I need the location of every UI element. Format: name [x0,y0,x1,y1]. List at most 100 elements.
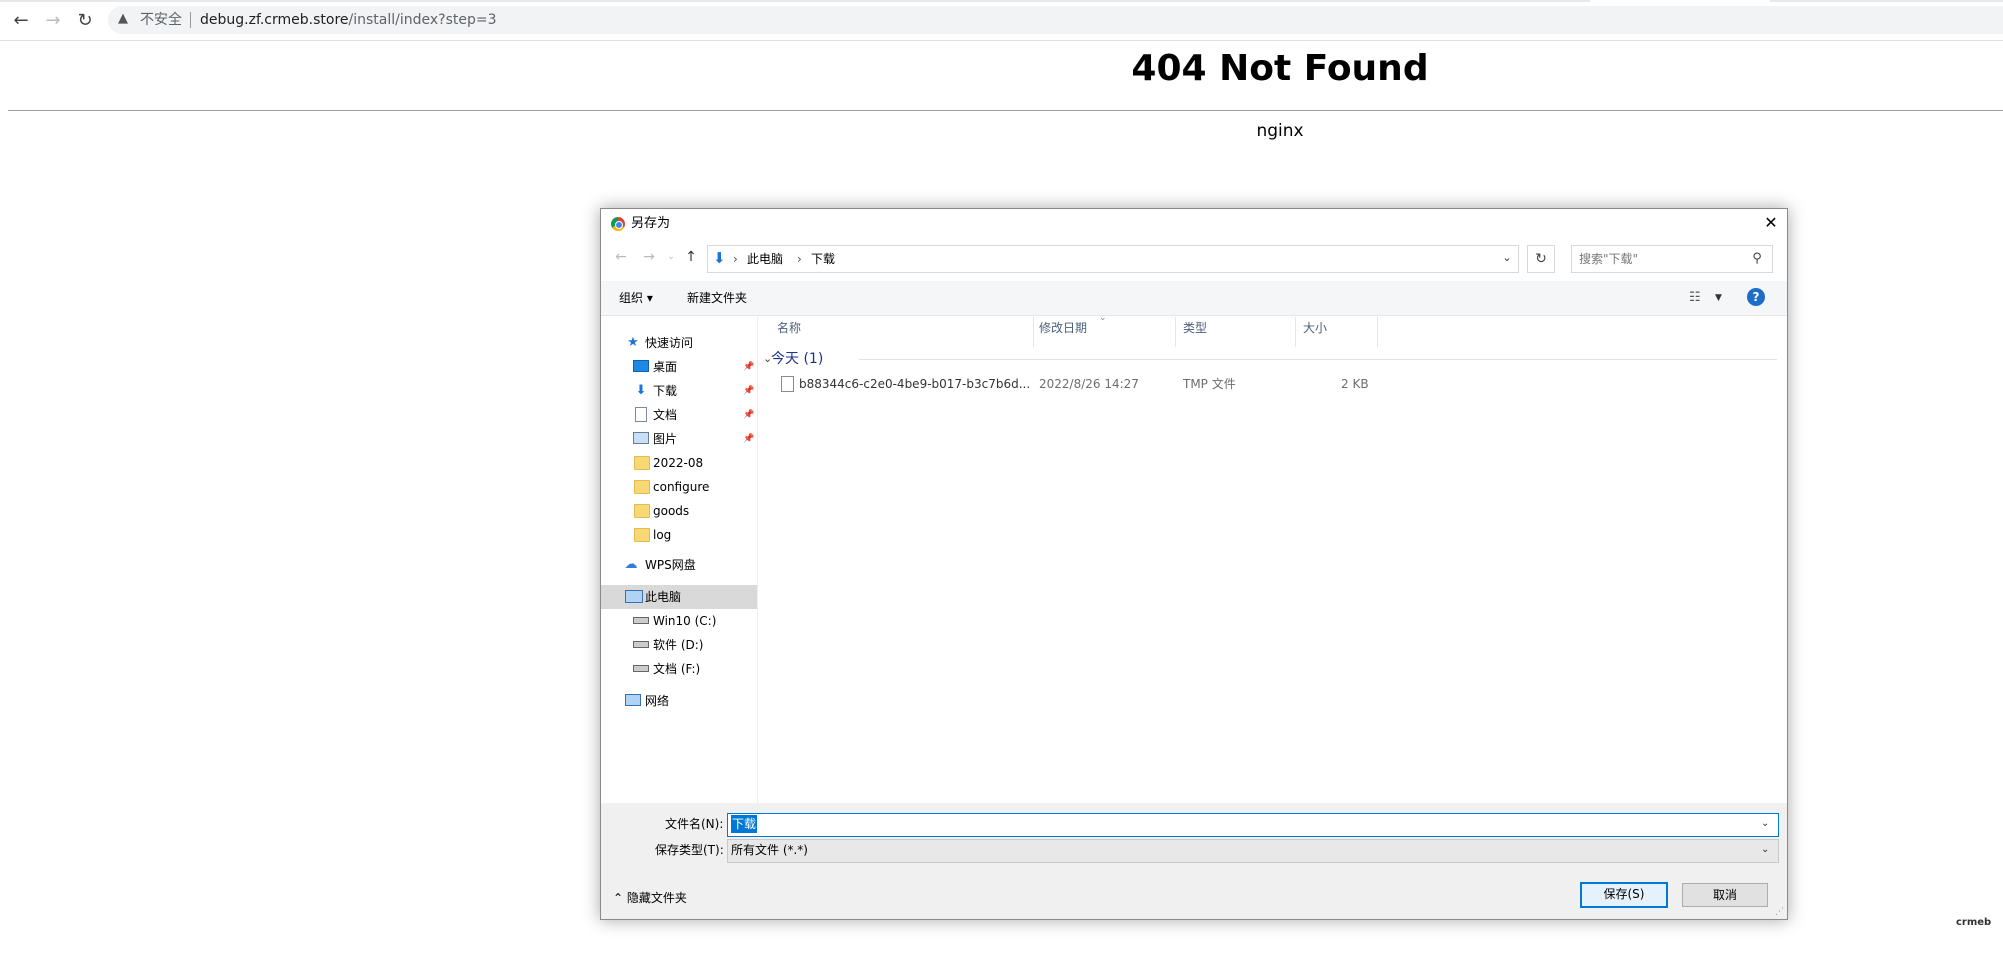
tab-strip-line [0,0,1590,2]
drive-icon [633,617,649,624]
nav-label: goods [653,504,690,518]
group-divider [859,359,1777,360]
pin-icon[interactable]: 📌 [743,431,754,447]
nav-desktop[interactable]: 桌面 📌 [601,355,757,379]
breadcrumb-separator-icon[interactable]: › [797,250,802,268]
chrome-icon [611,217,625,231]
computer-icon [625,590,643,603]
column-modified[interactable]: 修改日期 [1039,319,1087,337]
nav-folder-goods[interactable]: goods [601,499,757,523]
download-icon: ⬇ [635,383,647,398]
chevron-down-icon[interactable]: ⌄ [1761,841,1769,859]
column-separator[interactable] [1033,317,1034,347]
close-icon[interactable]: ✕ [1757,211,1785,235]
dialog-toolbar [601,281,1787,316]
nav-pictures[interactable]: 图片 📌 [601,427,757,451]
column-separator[interactable] [1295,317,1296,347]
document-icon [635,407,647,422]
nav-label: 图片 [653,432,678,446]
nav-label: 网络 [645,694,670,708]
url-path: /install/index?step=3 [348,12,497,28]
page-title: 404 Not Found [1131,48,1429,89]
column-separator[interactable] [1377,317,1378,347]
breadcrumb-separator-icon[interactable]: › [733,250,738,268]
recent-dropdown-icon[interactable]: ⌄ [661,247,681,267]
chevron-down-icon[interactable]: ⌄ [1761,815,1769,833]
pin-icon[interactable]: 📌 [743,359,754,375]
filetype-value: 所有文件 (*.*) [731,843,808,857]
tab-strip-line-right [1770,0,2003,2]
save-button[interactable]: 保存(S) [1580,882,1668,908]
help-icon[interactable]: ? [1747,288,1765,306]
nav-drive-f[interactable]: 文档 (F:) [601,657,757,681]
nav-this-pc[interactable]: 此电脑 [601,585,757,609]
filename-input[interactable] [727,813,1779,837]
file-size: 2 KB [1341,377,1369,391]
star-icon: ★ [627,335,639,350]
refresh-icon[interactable]: ↻ [1527,245,1555,273]
nav-label: 文档 (F:) [653,662,701,676]
nav-label: 快速访问 [645,336,694,350]
breadcrumb-downloads[interactable]: 下载 [811,250,835,268]
nav-quick-access[interactable]: ★ 快速访问 [601,331,757,355]
search-placeholder: 搜索"下载" [1579,252,1639,266]
search-icon[interactable]: ⚲ [1749,250,1765,268]
column-type[interactable]: 类型 [1183,319,1207,337]
nav-downloads[interactable]: ⬇ 下载 📌 [601,379,757,403]
back-icon[interactable]: ← [10,10,32,32]
warning-icon[interactable]: ▲ [118,11,134,27]
nav-folder-configure[interactable]: configure [601,475,757,499]
forward-arrow-icon[interactable]: → [639,247,659,267]
folder-icon [634,528,650,542]
column-size[interactable]: 大小 [1303,319,1327,337]
pin-icon[interactable]: 📌 [743,407,754,423]
filetype-select[interactable] [727,839,1779,863]
filename-label: 文件名(N): [665,817,724,831]
nav-label: 桌面 [653,360,678,374]
nav-label: Win10 (C:) [653,614,717,628]
resize-grip-icon[interactable]: ⋰ [1775,907,1785,917]
nav-folder-2022-08[interactable]: 2022-08 [601,451,757,475]
back-arrow-icon[interactable]: ← [611,247,631,267]
chevron-down-icon[interactable]: ⌄ [1499,249,1515,267]
filename-value[interactable]: 下载 [731,815,758,833]
sort-caret-icon: ⌄ [1099,313,1107,323]
group-header[interactable]: 今天 (1) [771,349,823,369]
column-separator[interactable] [1175,317,1176,347]
forward-icon[interactable]: → [42,10,64,32]
nav-network[interactable]: 网络 [601,689,757,713]
url-host: debug.zf.crmeb.store [200,12,349,28]
folder-icon [634,480,650,494]
nav-label: 文档 [653,408,678,422]
security-label[interactable]: 不安全 [140,10,182,30]
url-text[interactable]: debug.zf.crmeb.store/install/index?step=… [200,10,497,30]
filetype-label: 保存类型(T): [655,843,724,857]
network-icon [625,694,641,706]
download-icon: ⬇ [713,249,726,267]
new-folder-button[interactable]: 新建文件夹 [687,289,747,307]
pin-icon[interactable]: 📌 [743,383,754,399]
breadcrumb-this-pc[interactable]: 此电脑 [747,250,783,268]
chevron-up-icon: ⌃ [613,891,627,905]
server-label: nginx [1256,121,1304,141]
nav-documents[interactable]: 文档 📌 [601,403,757,427]
nav-label: 此电脑 [645,590,682,604]
omnibox-divider [190,12,191,28]
up-arrow-icon[interactable]: ↑ [681,247,701,267]
nav-wps-drive[interactable]: ☁ WPS网盘 [601,553,757,577]
nav-folder-log[interactable]: log [601,523,757,547]
column-name[interactable]: 名称 [777,319,801,337]
view-dropdown-icon[interactable]: ▼ [1715,289,1722,307]
nav-drive-c[interactable]: Win10 (C:) [601,609,757,633]
organize-button[interactable]: 组织 ▾ [619,289,653,307]
nav-label: configure [653,480,710,494]
nav-label: 2022-08 [653,456,704,470]
hide-folders-label: 隐藏文件夹 [626,891,687,905]
drive-icon [633,641,649,648]
cancel-button[interactable]: 取消 [1682,883,1768,907]
view-options-icon[interactable]: ☷ [1689,289,1701,307]
nav-label: 下载 [653,384,678,398]
reload-icon[interactable]: ↻ [74,10,96,32]
nav-drive-d[interactable]: 软件 (D:) [601,633,757,657]
hide-folders-button[interactable]: ⌃ 隐藏文件夹 [613,889,687,907]
